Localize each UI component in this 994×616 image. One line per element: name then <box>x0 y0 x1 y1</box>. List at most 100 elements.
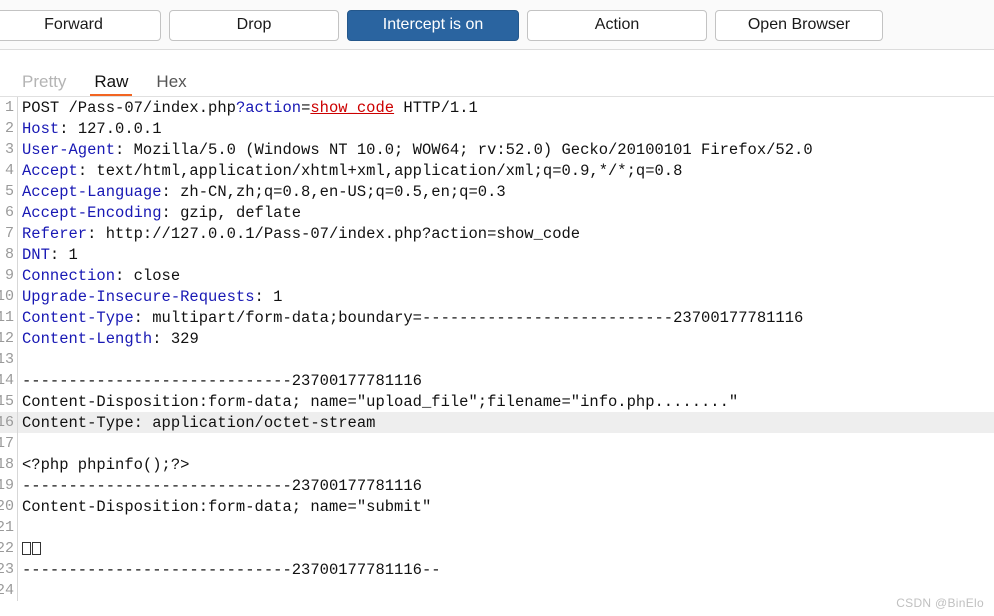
code-segment: : 127.0.0.1 <box>59 119 162 138</box>
code-segment: Accept-Language <box>22 182 162 201</box>
code-line-text: Host: 127.0.0.1 <box>18 120 994 138</box>
code-segment: : zh-CN,zh;q=0.8,en-US;q=0.5,en;q=0.3 <box>161 182 506 201</box>
code-segment: -----------------------------23700177781… <box>22 476 422 495</box>
code-segment: User-Agent <box>22 140 116 159</box>
line-number: 15 <box>0 393 14 410</box>
code-line[interactable]: 6 Accept-Encoding: gzip, deflate <box>0 202 994 223</box>
code-segment: Content-Type <box>22 308 134 327</box>
open-browser-button[interactable]: Open Browser <box>715 9 883 41</box>
code-line[interactable]: 11 Content-Type: multipart/form-data;boun… <box>0 307 994 328</box>
code-line-text: -----------------------------23700177781… <box>18 372 994 390</box>
line-number: 1 <box>4 99 14 116</box>
line-number: 3 <box>4 141 14 158</box>
tab-raw[interactable]: Raw <box>80 73 142 97</box>
code-line-text: Content-Length: 329 <box>18 330 994 348</box>
code-segment: Host <box>22 119 60 138</box>
line-number: 24 <box>0 582 14 599</box>
code-line[interactable]: 10 Upgrade-Insecure-Requests: 1 <box>0 286 994 307</box>
drop-button[interactable]: Drop <box>169 9 339 41</box>
line-number: 4 <box>4 162 14 179</box>
code-line[interactable]: 23 -----------------------------237001777… <box>0 559 994 580</box>
code-line-text: Referer: http://127.0.0.1/Pass-07/index.… <box>18 225 994 243</box>
code-line[interactable]: 12 Content-Length: 329 <box>0 328 994 349</box>
code-segment: : gzip, deflate <box>161 203 302 222</box>
code-line-text: Connection: close <box>18 267 994 285</box>
code-line[interactable]: 9 Connection: close <box>0 265 994 286</box>
gutter-divider <box>17 433 18 454</box>
line-number: 5 <box>4 183 14 200</box>
proxy-toolbar: Forward Drop Intercept is on Action Open… <box>0 0 994 50</box>
code-segment: : http://127.0.0.1/Pass-07/index.php?act… <box>87 224 581 243</box>
code-line-text: User-Agent: Mozilla/5.0 (Windows NT 10.0… <box>18 141 994 159</box>
code-line[interactable]: 17 <box>0 433 994 454</box>
code-line-text: <?php phpinfo();?> <box>18 456 994 474</box>
code-segment: DNT <box>22 245 50 264</box>
code-line[interactable]: 22 <box>0 538 994 559</box>
code-line[interactable]: 13 <box>0 349 994 370</box>
code-line-text <box>18 540 994 558</box>
code-segment: Connection <box>22 266 116 285</box>
forward-button[interactable]: Forward <box>0 9 161 41</box>
code-line-text: Upgrade-Insecure-Requests: 1 <box>18 288 994 306</box>
code-segment: -----------------------------23700177781… <box>22 371 422 390</box>
tab-hex[interactable]: Hex <box>142 73 200 97</box>
code-line-text: -----------------------------23700177781… <box>18 477 994 495</box>
code-segment: ?action <box>235 98 302 117</box>
code-line[interactable]: 1 POST /Pass-07/index.php?action=show_cod… <box>0 97 994 118</box>
line-number: 23 <box>0 561 14 578</box>
line-number: 21 <box>0 519 14 536</box>
line-number: 18 <box>0 456 14 473</box>
code-segment: = <box>301 98 311 117</box>
code-line[interactable]: 18 <?php phpinfo();?> <box>0 454 994 475</box>
code-line[interactable]: 2 Host: 127.0.0.1 <box>0 118 994 139</box>
code-segment: : 329 <box>152 329 199 348</box>
code-line[interactable]: 8 DNT: 1 <box>0 244 994 265</box>
code-segment: -----------------------------23700177781… <box>22 560 441 579</box>
code-line-text: Content-Disposition:form-data; name="sub… <box>18 498 994 516</box>
code-segment: : close <box>115 266 181 285</box>
code-line-text: Content-Type: multipart/form-data;bounda… <box>18 309 994 327</box>
code-segment: Accept <box>22 161 78 180</box>
gutter-divider <box>17 580 18 601</box>
code-line[interactable]: 15 Content-Disposition:form-data; name="u… <box>0 391 994 412</box>
line-number: 22 <box>0 540 14 557</box>
code-line-text: POST /Pass-07/index.php?action=show_code… <box>18 99 994 117</box>
line-number: 9 <box>4 267 14 284</box>
code-line-text: Content-Disposition:form-data; name="upl… <box>18 393 994 411</box>
code-segment: Content-Type: application/octet-stream <box>22 413 376 432</box>
line-number: 8 <box>4 246 14 263</box>
line-number: 16 <box>0 414 14 431</box>
line-number: 19 <box>0 477 14 494</box>
code-line[interactable]: 5 Accept-Language: zh-CN,zh;q=0.8,en-US;q… <box>0 181 994 202</box>
code-segment: Accept-Encoding <box>22 203 162 222</box>
line-number: 12 <box>0 330 14 347</box>
line-number: 10 <box>0 288 14 305</box>
code-line-text: Accept: text/html,application/xhtml+xml,… <box>18 162 994 180</box>
line-number: 13 <box>0 351 14 368</box>
code-segment: Content-Disposition:form-data; name="sub… <box>22 497 432 516</box>
code-line[interactable]: 14 -----------------------------237001777… <box>0 370 994 391</box>
action-button[interactable]: Action <box>527 9 707 41</box>
tab-pretty[interactable]: Pretty <box>8 73 80 97</box>
intercept-toggle-button[interactable]: Intercept is on <box>347 9 519 41</box>
code-line[interactable]: 7 Referer: http://127.0.0.1/Pass-07/index… <box>0 223 994 244</box>
gutter-divider <box>17 349 18 370</box>
code-segment: Upgrade-Insecure-Requests <box>22 287 255 306</box>
gutter-divider <box>17 517 18 538</box>
code-line[interactable]: 3 User-Agent: Mozilla/5.0 (Windows NT 10.… <box>0 139 994 160</box>
code-segment: <?php phpinfo();?> <box>22 455 190 474</box>
unrenderable-char-glyph <box>22 541 31 555</box>
code-line-text: Accept-Language: zh-CN,zh;q=0.8,en-US;q=… <box>18 183 994 201</box>
request-editor[interactable]: 1 POST /Pass-07/index.php?action=show_cod… <box>0 97 994 616</box>
code-segment: show_code <box>310 98 395 117</box>
code-segment: Content-Length <box>22 329 153 348</box>
line-number: 11 <box>0 309 14 326</box>
code-line[interactable]: 21 <box>0 517 994 538</box>
code-line[interactable]: 16 Content-Type: application/octet-stream <box>0 412 994 433</box>
code-line-text: Accept-Encoding: gzip, deflate <box>18 204 994 222</box>
code-line[interactable]: 19 -----------------------------237001777… <box>0 475 994 496</box>
code-line[interactable]: 4 Accept: text/html,application/xhtml+xml… <box>0 160 994 181</box>
code-line[interactable]: 24 <box>0 580 994 601</box>
code-line[interactable]: 20 Content-Disposition:form-data; name="s… <box>0 496 994 517</box>
code-line-text: -----------------------------23700177781… <box>18 561 994 579</box>
